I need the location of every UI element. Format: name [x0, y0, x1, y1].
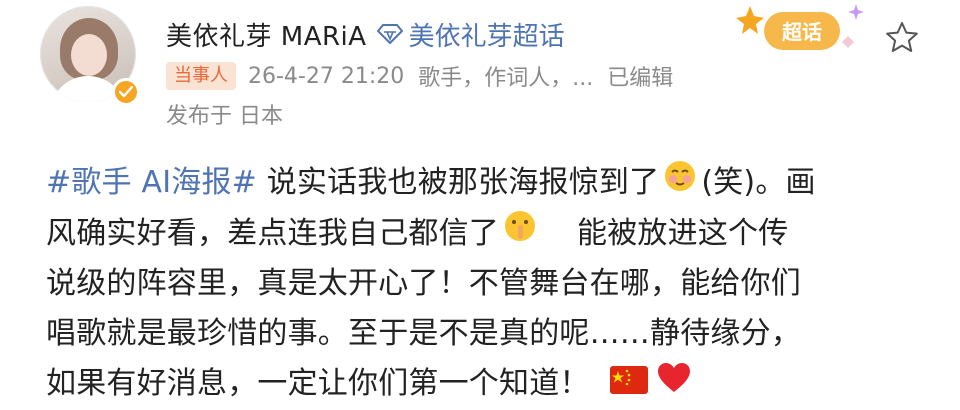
- red-heart-emoji: [656, 360, 692, 410]
- post-line-1: #歌手 AI海报# 说实话我也被那张海报惊到了 (笑)。画: [46, 158, 926, 209]
- post-text-5: 如果有好消息，一定让你们第一个知道！: [46, 366, 590, 401]
- china-flag-emoji: [609, 360, 648, 410]
- supertopic-label: 美依礼芽超话: [408, 21, 565, 52]
- supertopic-badge[interactable]: 超话: [736, 2, 864, 62]
- post-line-3: 说级的阵容里，真是太开心了！不管舞台在哪，能给你们: [46, 266, 801, 301]
- star-icon[interactable]: [884, 20, 920, 56]
- post-text-1b: (笑)。画: [701, 165, 816, 200]
- post-location: 发布于 日本: [166, 104, 283, 129]
- post-line-2: 风确实好看，差点连我自己都信了 能被放进这个传: [46, 209, 926, 260]
- party-tag: 当事人: [166, 62, 236, 90]
- shushing-face-emoji: [503, 209, 537, 259]
- edited-label[interactable]: 已编辑: [607, 60, 673, 92]
- supertopic-link[interactable]: 美依礼芽超话: [376, 16, 565, 53]
- post-text-2a: 风确实好看，差点连我自己都信了: [46, 215, 499, 251]
- meta-row: 当事人 26-4-27 21:20 歌手，作词人，... 已编辑: [166, 60, 673, 92]
- post-line-5: 如果有好消息，一定让你们第一个知道！: [46, 359, 926, 410]
- post-line-4: 唱歌就是最珍惜的事。至于是不是真的呢……静待缘分，: [46, 316, 801, 351]
- avatar-face: [71, 34, 107, 76]
- hashtag-link[interactable]: #歌手 AI海报#: [46, 165, 257, 200]
- avatar[interactable]: [40, 6, 140, 106]
- post-timestamp: 26-4-27 21:20: [248, 63, 405, 89]
- post-body: #歌手 AI海报# 说实话我也被那张海报惊到了 (笑)。画 风确实好看，差点连我自…: [46, 158, 926, 410]
- flushed-face-emoji: [663, 159, 697, 209]
- verified-badge-icon: [112, 78, 140, 106]
- post-text-2b: 能被放进这个传: [577, 215, 789, 251]
- supertopic-badge-label: 超话: [781, 20, 822, 44]
- user-roles: 歌手，作词人，...: [418, 66, 594, 91]
- user-name[interactable]: 美依礼芽 MARiA: [166, 16, 367, 53]
- post-text-1a: 说实话我也被那张海报惊到了: [256, 165, 660, 200]
- supertopic-diamond-icon: [376, 24, 403, 44]
- name-row: 美依礼芽 MARiA 美依礼芽超话: [166, 14, 565, 54]
